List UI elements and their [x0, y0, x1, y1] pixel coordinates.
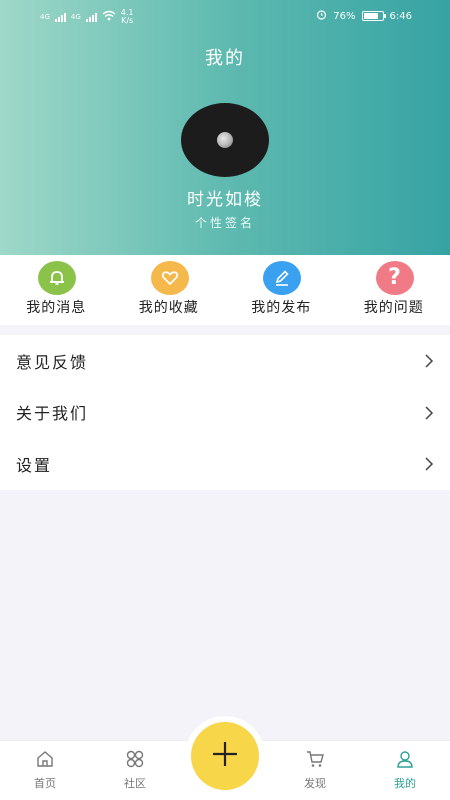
chevron-right-icon	[424, 405, 434, 425]
settings-item[interactable]: 设置	[0, 438, 450, 490]
nav-discover-label: 发现	[304, 777, 326, 790]
avatar[interactable]	[181, 103, 269, 177]
battery-percent: 76%	[333, 10, 356, 22]
add-button[interactable]	[191, 722, 259, 790]
network-speed: 4.1 K/s	[121, 9, 134, 25]
cart-icon	[305, 749, 325, 769]
nickname: 时光如梭	[187, 190, 263, 210]
my-posts-button[interactable]: 我的发布	[225, 255, 338, 325]
my-favorites-label: 我的收藏	[138, 300, 199, 316]
feedback-item[interactable]: 意见反馈	[0, 335, 450, 387]
question-icon: ?	[375, 261, 414, 295]
signature: 个性签名	[194, 216, 255, 230]
quick-actions: 我的消息 我的收藏 我的发布 ? 我的问题	[0, 255, 450, 325]
nav-community-label: 社区	[124, 777, 146, 790]
my-questions-label: 我的问题	[363, 300, 424, 316]
signal-icon-2	[85, 12, 97, 22]
battery-icon	[361, 11, 386, 21]
clock-time: 6:46	[389, 10, 412, 22]
network-type-2: 4G	[70, 13, 81, 21]
nav-discover[interactable]: 发现	[270, 741, 360, 800]
nav-community[interactable]: 社区	[90, 741, 180, 800]
nav-home[interactable]: 首页	[0, 741, 90, 800]
home-icon	[35, 749, 55, 769]
feedback-label: 意见反馈	[16, 352, 89, 372]
my-messages-label: 我的消息	[26, 300, 87, 316]
nav-home-label: 首页	[34, 777, 56, 790]
nav-mine-label: 我的	[394, 777, 416, 790]
plus-icon	[210, 739, 240, 773]
about-us-label: 关于我们	[16, 404, 89, 424]
page-title: 我的	[205, 48, 245, 69]
settings-label: 设置	[16, 455, 53, 475]
alarm-icon	[316, 9, 327, 23]
about-us-item[interactable]: 关于我们	[0, 387, 450, 439]
my-favorites-button[interactable]: 我的收藏	[113, 255, 226, 325]
heart-icon	[150, 261, 189, 295]
wifi-icon	[102, 10, 116, 24]
profile-header: 4G 4G 4.1 K/s 76% 6:46 我的 时光如梭 个性签名	[0, 0, 450, 255]
settings-list: 意见反馈 关于我们 设置	[0, 335, 450, 490]
network-type-1: 4G	[40, 13, 50, 21]
speed-unit: K/s	[121, 16, 134, 25]
my-messages-button[interactable]: 我的消息	[0, 255, 113, 325]
nav-mine[interactable]: 我的	[360, 741, 450, 800]
moon-image	[217, 132, 233, 148]
chevron-right-icon	[424, 353, 434, 373]
grid-icon	[125, 749, 145, 769]
pencil-icon	[263, 261, 301, 295]
user-icon	[395, 749, 415, 769]
signal-icon-1	[54, 12, 66, 22]
my-posts-label: 我的发布	[251, 300, 312, 316]
bell-icon	[38, 261, 76, 295]
chevron-right-icon	[424, 456, 434, 476]
status-bar: 4G 4G 4.1 K/s 76% 6:46	[0, 0, 450, 32]
my-questions-button[interactable]: ? 我的问题	[338, 255, 450, 325]
